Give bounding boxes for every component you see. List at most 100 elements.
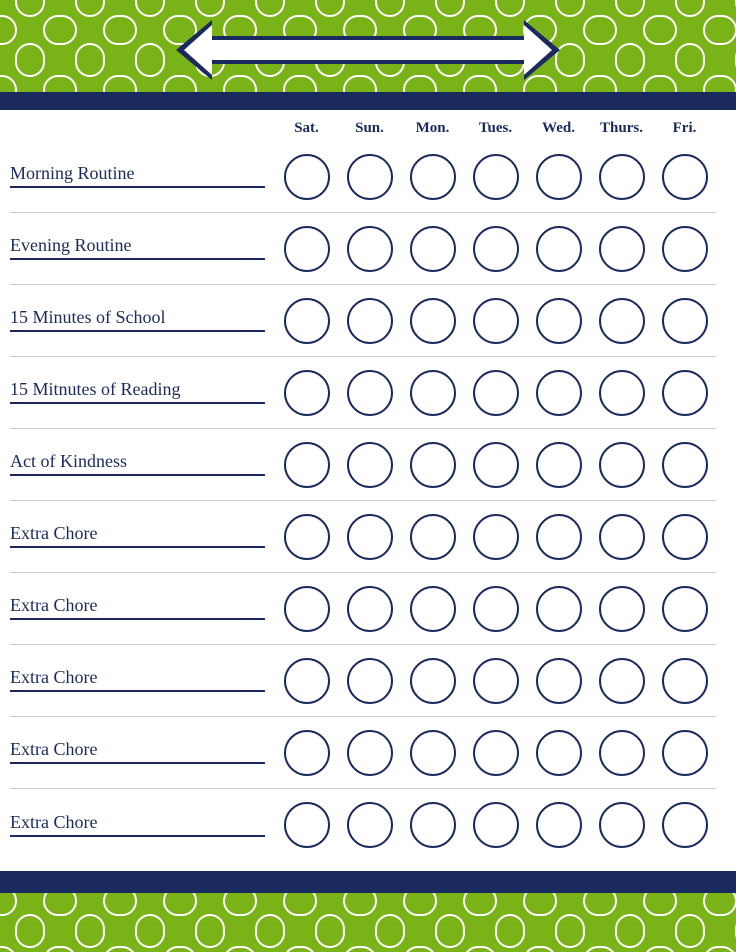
checkbox-circle[interactable] bbox=[410, 586, 456, 632]
checkbox-circle[interactable] bbox=[599, 298, 645, 344]
checkbox-circle[interactable] bbox=[410, 514, 456, 560]
chore-label-text: Extra Chore bbox=[10, 523, 265, 548]
checkbox-circle[interactable] bbox=[599, 658, 645, 704]
checkbox-circle[interactable] bbox=[662, 802, 708, 848]
checkbox-circle[interactable] bbox=[347, 370, 393, 416]
day-header-3: Tues. bbox=[465, 120, 527, 137]
checkbox-circle[interactable] bbox=[410, 154, 456, 200]
checkbox-circle[interactable] bbox=[473, 154, 519, 200]
checkbox-circle[interactable] bbox=[347, 802, 393, 848]
chore-circles-9 bbox=[275, 802, 716, 848]
footer-section bbox=[0, 871, 736, 952]
checkbox-circle[interactable] bbox=[536, 586, 582, 632]
header-section bbox=[0, 0, 736, 110]
chore-label-2: 15 Minutes of School bbox=[10, 307, 275, 334]
chore-label-text: 15 Mitnutes of Reading bbox=[10, 379, 265, 404]
checkbox-circle[interactable] bbox=[284, 370, 330, 416]
checkbox-circle[interactable] bbox=[536, 514, 582, 560]
checkbox-circle[interactable] bbox=[347, 442, 393, 488]
checkbox-circle[interactable] bbox=[473, 586, 519, 632]
checkbox-circle[interactable] bbox=[599, 226, 645, 272]
checkbox-circle[interactable] bbox=[347, 586, 393, 632]
checkbox-circle[interactable] bbox=[536, 658, 582, 704]
checkbox-circle[interactable] bbox=[410, 802, 456, 848]
navy-stripe-top bbox=[0, 92, 736, 110]
checkbox-circle[interactable] bbox=[473, 658, 519, 704]
chore-circles-8 bbox=[275, 730, 716, 776]
chore-row: Evening Routine bbox=[10, 213, 716, 285]
checkbox-circle[interactable] bbox=[662, 298, 708, 344]
checkbox-circle[interactable] bbox=[599, 514, 645, 560]
checkbox-circle[interactable] bbox=[410, 298, 456, 344]
checkbox-circle[interactable] bbox=[473, 730, 519, 776]
chore-row: 15 Mitnutes of Reading bbox=[10, 357, 716, 429]
checkbox-circle[interactable] bbox=[473, 442, 519, 488]
checkbox-circle[interactable] bbox=[410, 442, 456, 488]
checkbox-circle[interactable] bbox=[536, 802, 582, 848]
chore-label-5: Extra Chore bbox=[10, 523, 275, 550]
checkbox-circle[interactable] bbox=[662, 658, 708, 704]
day-header-4: Wed. bbox=[528, 120, 590, 137]
checkbox-circle[interactable] bbox=[536, 154, 582, 200]
checkbox-circle[interactable] bbox=[662, 370, 708, 416]
checkbox-circle[interactable] bbox=[410, 226, 456, 272]
checkbox-circle[interactable] bbox=[599, 730, 645, 776]
chore-row: Act of Kindness bbox=[10, 429, 716, 501]
checkbox-circle[interactable] bbox=[599, 370, 645, 416]
chore-row: Extra Chore bbox=[10, 645, 716, 717]
checkbox-circle[interactable] bbox=[347, 730, 393, 776]
checkbox-circle[interactable] bbox=[599, 154, 645, 200]
checkbox-circle[interactable] bbox=[410, 658, 456, 704]
checkbox-circle[interactable] bbox=[473, 514, 519, 560]
chore-circles-5 bbox=[275, 514, 716, 560]
checkbox-circle[interactable] bbox=[599, 586, 645, 632]
chore-label-text: Morning Routine bbox=[10, 163, 265, 188]
checkbox-circle[interactable] bbox=[410, 730, 456, 776]
checkbox-circle[interactable] bbox=[284, 226, 330, 272]
checkbox-circle[interactable] bbox=[662, 514, 708, 560]
checkbox-circle[interactable] bbox=[473, 298, 519, 344]
checkbox-circle[interactable] bbox=[284, 730, 330, 776]
checkbox-circle[interactable] bbox=[662, 586, 708, 632]
checkbox-circle[interactable] bbox=[662, 154, 708, 200]
chore-row: Extra Chore bbox=[10, 717, 716, 789]
navy-stripe-bottom bbox=[0, 871, 736, 889]
chore-label-8: Extra Chore bbox=[10, 739, 275, 766]
checkbox-circle[interactable] bbox=[536, 298, 582, 344]
day-header-1: Sun. bbox=[339, 120, 401, 137]
checkbox-circle[interactable] bbox=[536, 370, 582, 416]
chore-label-7: Extra Chore bbox=[10, 667, 275, 694]
checkbox-circle[interactable] bbox=[599, 442, 645, 488]
checkbox-circle[interactable] bbox=[662, 226, 708, 272]
chore-label-text: Extra Chore bbox=[10, 595, 265, 620]
checkbox-circle[interactable] bbox=[536, 730, 582, 776]
checkbox-circle[interactable] bbox=[284, 514, 330, 560]
chore-circles-1 bbox=[275, 226, 716, 272]
checkbox-circle[interactable] bbox=[473, 370, 519, 416]
checkbox-circle[interactable] bbox=[410, 370, 456, 416]
checkbox-circle[interactable] bbox=[473, 226, 519, 272]
checkbox-circle[interactable] bbox=[473, 802, 519, 848]
chore-label-text: Extra Chore bbox=[10, 667, 265, 692]
checkbox-circle[interactable] bbox=[284, 658, 330, 704]
checkbox-circle[interactable] bbox=[536, 226, 582, 272]
checkbox-circle[interactable] bbox=[284, 442, 330, 488]
checkbox-circle[interactable] bbox=[347, 226, 393, 272]
chore-label-text: Extra Chore bbox=[10, 739, 265, 764]
checkbox-circle[interactable] bbox=[284, 154, 330, 200]
checkbox-circle[interactable] bbox=[284, 586, 330, 632]
checkbox-circle[interactable] bbox=[662, 730, 708, 776]
checkbox-circle[interactable] bbox=[536, 442, 582, 488]
checkbox-circle[interactable] bbox=[347, 514, 393, 560]
day-header-5: Thurs. bbox=[591, 120, 653, 137]
checkbox-circle[interactable] bbox=[347, 658, 393, 704]
checkbox-circle[interactable] bbox=[284, 802, 330, 848]
checkbox-circle[interactable] bbox=[347, 154, 393, 200]
checkbox-circle[interactable] bbox=[662, 442, 708, 488]
chore-circles-7 bbox=[275, 658, 716, 704]
days-header: Sat.Sun.Mon.Tues.Wed.Thurs.Fri. bbox=[10, 120, 716, 137]
checkbox-circle[interactable] bbox=[347, 298, 393, 344]
chore-circles-2 bbox=[275, 298, 716, 344]
checkbox-circle[interactable] bbox=[599, 802, 645, 848]
checkbox-circle[interactable] bbox=[284, 298, 330, 344]
